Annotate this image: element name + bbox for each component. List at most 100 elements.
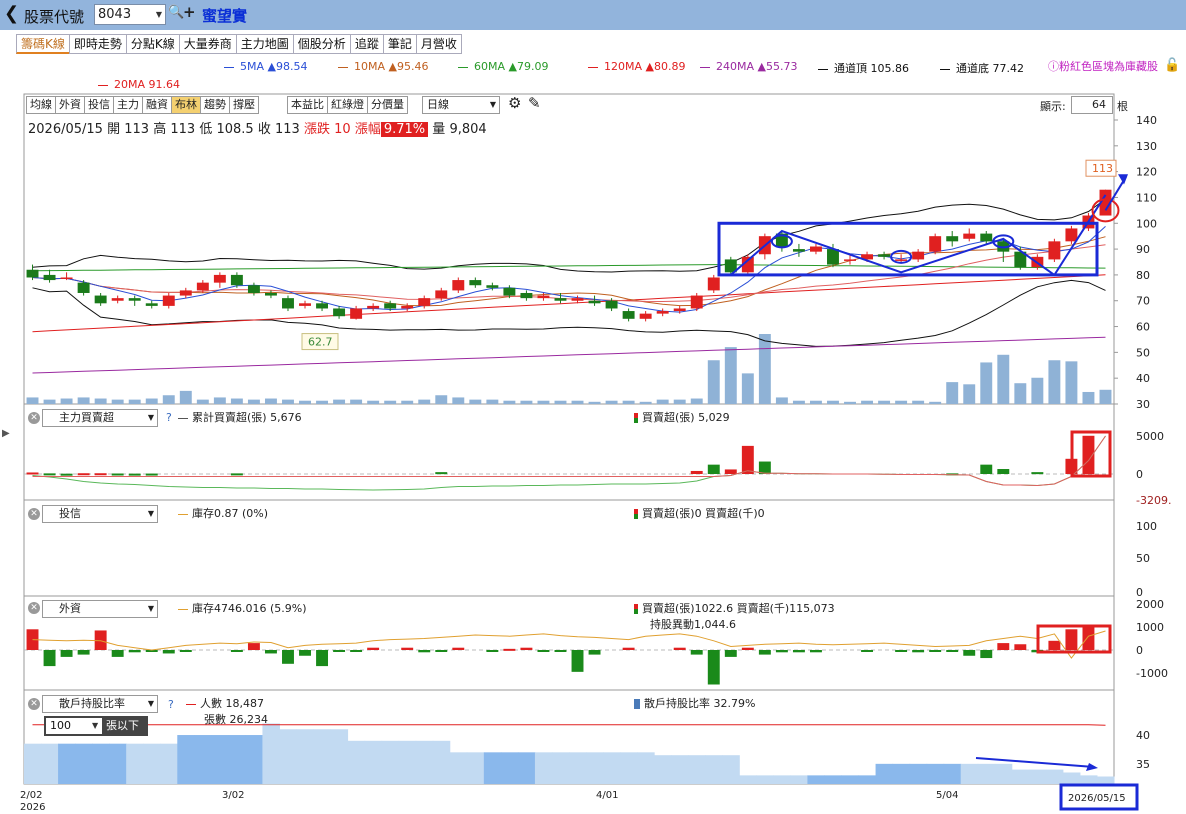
price-tick-label: 80 [1136, 269, 1150, 282]
candle-body [946, 236, 959, 242]
retail-ratio-bar [824, 775, 842, 784]
toolbar-bollinger[interactable]: 布林 [171, 96, 200, 114]
high-tag: 113 [1092, 162, 1113, 175]
volume-bar [128, 399, 141, 404]
close-panel-icon[interactable]: ✕ [28, 508, 40, 520]
candle-body [230, 274, 243, 286]
foreign-bar [912, 650, 925, 653]
foreign-bar [963, 650, 976, 656]
candle-body [827, 249, 839, 265]
toolbar-trust[interactable]: 投信 [84, 96, 113, 114]
foreign-bar [350, 650, 363, 652]
foreign-bar [230, 650, 243, 652]
main-force-bar-label: 買賣超(張) 5,029 [634, 409, 730, 425]
close-panel-icon[interactable]: ✕ [28, 602, 40, 614]
candle-body [350, 308, 363, 319]
volume-bar [247, 399, 260, 404]
retail-select-value: 散戶持股比率 [59, 697, 125, 710]
volume-label: 量 [432, 122, 446, 137]
toolbar-foreign[interactable]: 外資 [55, 96, 84, 114]
volume-value: 9,804 [449, 122, 487, 137]
toolbar-traffic-light[interactable]: 紅綠燈 [327, 96, 367, 114]
pct-value: 9.71% [380, 122, 429, 137]
retail-ratio-bar [211, 735, 229, 784]
retail-ratio-bar [415, 740, 434, 784]
annotation-arrowhead [1086, 763, 1098, 771]
foreign-bar [162, 650, 175, 654]
foreign-line-label: 庫存4746.016 (5.9%) [178, 600, 307, 616]
retail-count-label: 人數 18,487 [186, 695, 264, 711]
retail-ratio-bar [620, 752, 638, 784]
foreign-bar [997, 643, 1010, 650]
candle-body [792, 249, 805, 252]
candle-body [60, 277, 73, 279]
share-threshold-select[interactable]: 100 ▼ 張以下 [44, 716, 148, 736]
foreign-tick-label: 1000 [1136, 621, 1164, 634]
toolbar-pe[interactable]: 本益比 [287, 96, 327, 114]
candle-body [128, 298, 141, 301]
volume-bar [912, 400, 925, 404]
retail-ratio-bar [790, 775, 808, 784]
retail-ratio-bar [313, 729, 332, 784]
candle-body [282, 298, 294, 309]
candle-body [1065, 228, 1078, 242]
volume-bar [384, 400, 397, 404]
foreign-bar [282, 650, 294, 664]
retail-ratio-bar [926, 763, 945, 784]
retail-ratio-bar [517, 752, 536, 784]
retail-ratio-bar [432, 740, 451, 784]
ma120-line [32, 274, 1106, 333]
main-force-tick-label: 0 [1136, 468, 1143, 481]
candle-body [384, 303, 397, 309]
help-icon[interactable]: ? [168, 698, 174, 711]
x-axis-label: 2026/05/15 [1068, 793, 1126, 804]
retail-tick-label: 35 [1136, 758, 1150, 771]
retail-ratio-bar [364, 740, 383, 784]
foreign-bar [128, 650, 141, 653]
change-value: 10 [334, 122, 351, 137]
toolbar-margin[interactable]: 融資 [142, 96, 171, 114]
price-tick-label: 30 [1136, 398, 1150, 411]
toolbar-ma[interactable]: 均線 [26, 96, 55, 114]
retail-ratio-bar [1079, 775, 1098, 784]
main-force-bar [60, 473, 73, 476]
volume-bar [333, 399, 346, 404]
volume-bar [1082, 391, 1095, 404]
volume-bar [724, 347, 737, 404]
candle-body [213, 274, 226, 283]
toolbar-main-force[interactable]: 主力 [113, 96, 142, 114]
price-tick-label: 50 [1136, 346, 1150, 359]
volume-bar [469, 399, 482, 404]
foreign-bar [1048, 640, 1061, 650]
chevron-down-icon: ▼ [92, 721, 99, 730]
candle-body [77, 282, 90, 293]
trust-select[interactable]: 投信 ▼ [42, 505, 158, 523]
foreign-bar [741, 647, 754, 650]
foreign-select[interactable]: 外資 ▼ [42, 600, 158, 618]
candle-body [980, 233, 993, 242]
close-panel-icon[interactable]: ✕ [28, 698, 40, 710]
toolbar-price-volume[interactable]: 分價量 [367, 96, 408, 114]
x-axis-label: 2026 [20, 802, 45, 813]
foreign-bar [179, 650, 192, 652]
main-force-bar [128, 473, 141, 476]
foreign-bar [520, 647, 533, 650]
open-label: 開 [107, 122, 121, 137]
candle-body [571, 298, 584, 301]
retail-select[interactable]: 散戶持股比率 ▼ [42, 695, 158, 713]
volume-bar [537, 400, 550, 404]
candle-body [639, 313, 652, 319]
toolbar-support[interactable]: 撐壓 [229, 96, 259, 114]
help-icon[interactable]: ? [166, 411, 172, 424]
volume-bar [1065, 361, 1078, 404]
foreign-bar [1014, 644, 1027, 650]
volume-bar [775, 397, 788, 404]
toolbar-trend[interactable]: 趨勢 [200, 96, 229, 114]
price-tick-label: 110 [1136, 191, 1157, 204]
main-force-select[interactable]: 主力買賣超 ▼ [42, 409, 158, 427]
main-force-bar [435, 472, 448, 475]
volume-bar [213, 397, 226, 404]
main-force-line [32, 435, 1106, 491]
price-tick-label: 130 [1136, 140, 1157, 153]
close-panel-icon[interactable]: ✕ [28, 412, 40, 424]
